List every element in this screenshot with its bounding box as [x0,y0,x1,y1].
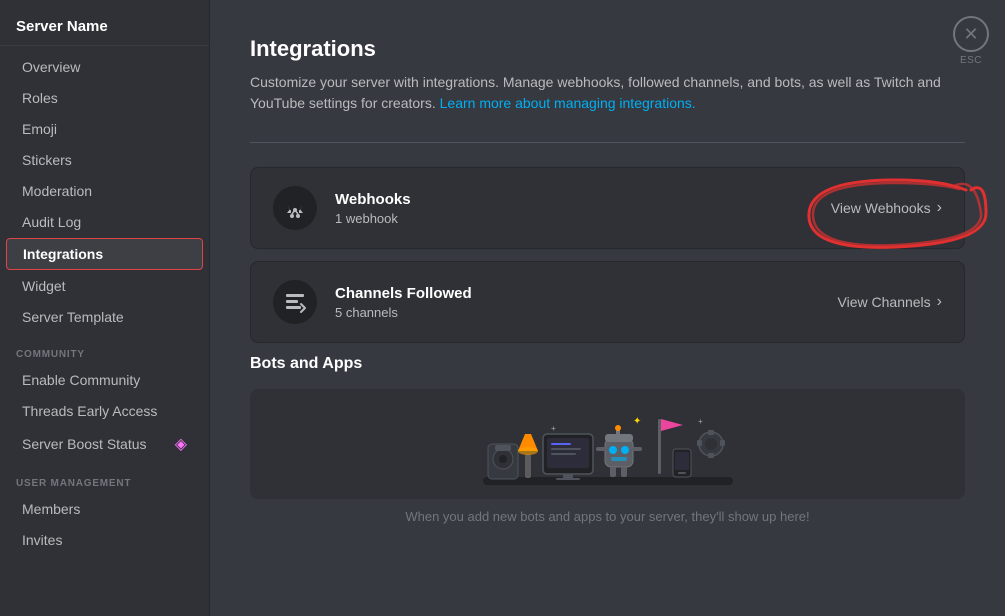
sidebar-item-label: Moderation [22,183,92,199]
sidebar-item-label: Server Template [22,309,124,325]
svg-text:✦: ✦ [633,416,641,427]
sidebar-item-invites[interactable]: Invites [6,525,203,555]
sidebar-item-label: Invites [22,532,62,548]
channel-svg-icon [283,290,307,314]
sidebar-item-label: Enable Community [22,372,140,388]
boost-icon: ◈ [175,434,187,454]
section-divider [250,142,965,143]
close-button[interactable]: ✕ [953,16,989,52]
webhook-svg-icon [283,196,307,220]
learn-more-link[interactable]: Learn more about managing integrations. [440,95,696,111]
chevron-right-icon: › [937,199,942,217]
view-channels-label: View Channels [838,294,931,310]
sidebar: Server Name Overview Roles Emoji Sticker… [0,0,210,616]
webhooks-subtitle: 1 webhook [335,211,831,226]
sidebar-item-server-boost-status[interactable]: Server Boost Status ◈ [6,427,203,461]
sidebar-item-label: Server Boost Status [22,436,147,452]
svg-text:+: + [698,417,703,426]
webhooks-title: Webhooks [335,191,831,208]
channels-title: Channels Followed [335,285,838,302]
sidebar-item-label: Widget [22,278,66,294]
view-channels-button[interactable]: View Channels › [838,293,942,311]
user-management-section-label: USER MANAGEMENT [0,462,209,493]
svg-text:+: + [551,424,556,433]
sidebar-item-stickers[interactable]: Stickers [6,145,203,175]
sidebar-item-label: Members [22,501,80,517]
sidebar-item-roles[interactable]: Roles [6,83,203,113]
main-content: ✕ ESC Integrations Customize your server… [210,0,1005,616]
view-webhooks-wrap: View Webhooks › [831,199,942,217]
sidebar-item-label: Roles [22,90,58,106]
sidebar-item-moderation[interactable]: Moderation [6,176,203,206]
sidebar-item-server-template[interactable]: Server Template [6,302,203,332]
close-button-area[interactable]: ✕ ESC [953,16,989,66]
channels-card-info: Channels Followed 5 channels [335,285,838,320]
sidebar-item-label: Threads Early Access [22,403,157,419]
bots-illustration-svg: + ✦ + [463,389,753,499]
sidebar-item-overview[interactable]: Overview [6,52,203,82]
server-name: Server Name [0,8,209,46]
sidebar-item-label: Emoji [22,121,57,137]
sidebar-item-label: Stickers [22,152,72,168]
sidebar-item-audit-log[interactable]: Audit Log [6,207,203,237]
webhooks-icon [273,186,317,230]
webhooks-card-info: Webhooks 1 webhook [335,191,831,226]
sidebar-item-enable-community[interactable]: Enable Community [6,365,203,395]
sidebar-item-widget[interactable]: Widget [6,271,203,301]
sidebar-item-label: Audit Log [22,214,81,230]
esc-label: ESC [960,55,982,66]
channels-followed-card: Channels Followed 5 channels View Channe… [250,261,965,343]
webhooks-card: Webhooks 1 webhook View Webhooks › [250,167,965,249]
sidebar-item-members[interactable]: Members [6,494,203,524]
bots-illustration: + ✦ + [250,389,965,499]
view-webhooks-label: View Webhooks [831,200,931,216]
community-section-label: COMMUNITY [0,333,209,364]
sidebar-item-emoji[interactable]: Emoji [6,114,203,144]
channels-subtitle: 5 channels [335,305,838,320]
channels-icon [273,280,317,324]
page-title: Integrations [250,36,965,62]
view-webhooks-button[interactable]: View Webhooks › [831,199,942,217]
sidebar-item-label: Overview [22,59,80,75]
sidebar-item-label: Integrations [23,246,103,262]
sidebar-item-integrations[interactable]: Integrations [6,238,203,270]
bots-empty-text: When you add new bots and apps to your s… [250,509,965,524]
chevron-right-icon: › [937,293,942,311]
page-description: Customize your server with integrations.… [250,72,965,114]
bots-section-title: Bots and Apps [250,355,965,373]
sidebar-item-threads-early-access[interactable]: Threads Early Access [6,396,203,426]
close-icon: ✕ [963,24,978,45]
